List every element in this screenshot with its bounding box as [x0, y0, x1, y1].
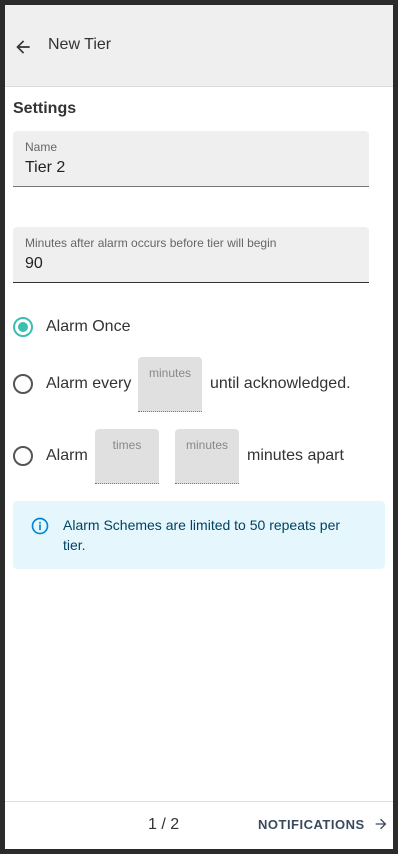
app-frame: New Tier Settings Name Tier 2 Minutes af…	[5, 5, 393, 849]
alarm-every-suffix: until acknowledged.	[210, 375, 351, 392]
next-notifications-button[interactable]: NOTIFICATIONS	[258, 816, 389, 832]
arrow-right-icon	[375, 818, 386, 830]
alarm-once-label: Alarm Once	[46, 318, 131, 335]
footer-bar: 1 / 2 NOTIFICATIONS	[5, 801, 393, 849]
name-field[interactable]: Name Tier 2	[13, 131, 369, 187]
back-button[interactable]	[11, 35, 35, 59]
alarm-every-minutes-placeholder: minutes	[148, 366, 192, 380]
alarm-times-option[interactable]: Alarm	[13, 446, 88, 466]
alarm-times-suffix: minutes apart	[247, 447, 344, 464]
alarm-every-minutes-input[interactable]: minutes	[138, 357, 202, 412]
delay-minutes-field[interactable]: Minutes after alarm occurs before tier w…	[13, 227, 369, 283]
name-field-value[interactable]: Tier 2	[25, 159, 65, 177]
app-bar: New Tier	[5, 5, 393, 87]
repeat-limit-alert: Alarm Schemes are limited to 50 repeats …	[13, 501, 385, 569]
alarm-once-option[interactable]: Alarm Once	[13, 317, 130, 337]
alarm-every-prefix: Alarm every	[46, 375, 132, 392]
alarm-once-radio[interactable]	[13, 317, 33, 337]
alarm-times-count-placeholder: times	[112, 438, 142, 452]
delay-minutes-label: Minutes after alarm occurs before tier w…	[25, 236, 277, 250]
name-field-label: Name	[25, 140, 58, 154]
alarm-times-minutes-input[interactable]: minutes	[175, 429, 239, 484]
alarm-times-radio[interactable]	[13, 446, 33, 466]
info-icon	[31, 517, 49, 535]
arrow-left-icon	[16, 40, 30, 54]
alarm-times-count-input[interactable]: times	[95, 429, 159, 484]
alarm-every-radio[interactable]	[13, 374, 33, 394]
alarm-times-minutes-placeholder: minutes	[185, 438, 229, 452]
page-indicator: 1 / 2	[148, 816, 180, 833]
settings-heading: Settings	[13, 100, 77, 117]
next-button-label: NOTIFICATIONS	[258, 816, 365, 832]
delay-minutes-value[interactable]: 90	[25, 255, 43, 273]
repeat-limit-message: Alarm Schemes are limited to 50 repeats …	[63, 517, 341, 553]
page-title: New Tier	[48, 36, 112, 53]
alarm-times-prefix: Alarm	[46, 447, 88, 464]
alarm-every-option[interactable]: Alarm every	[13, 374, 131, 394]
